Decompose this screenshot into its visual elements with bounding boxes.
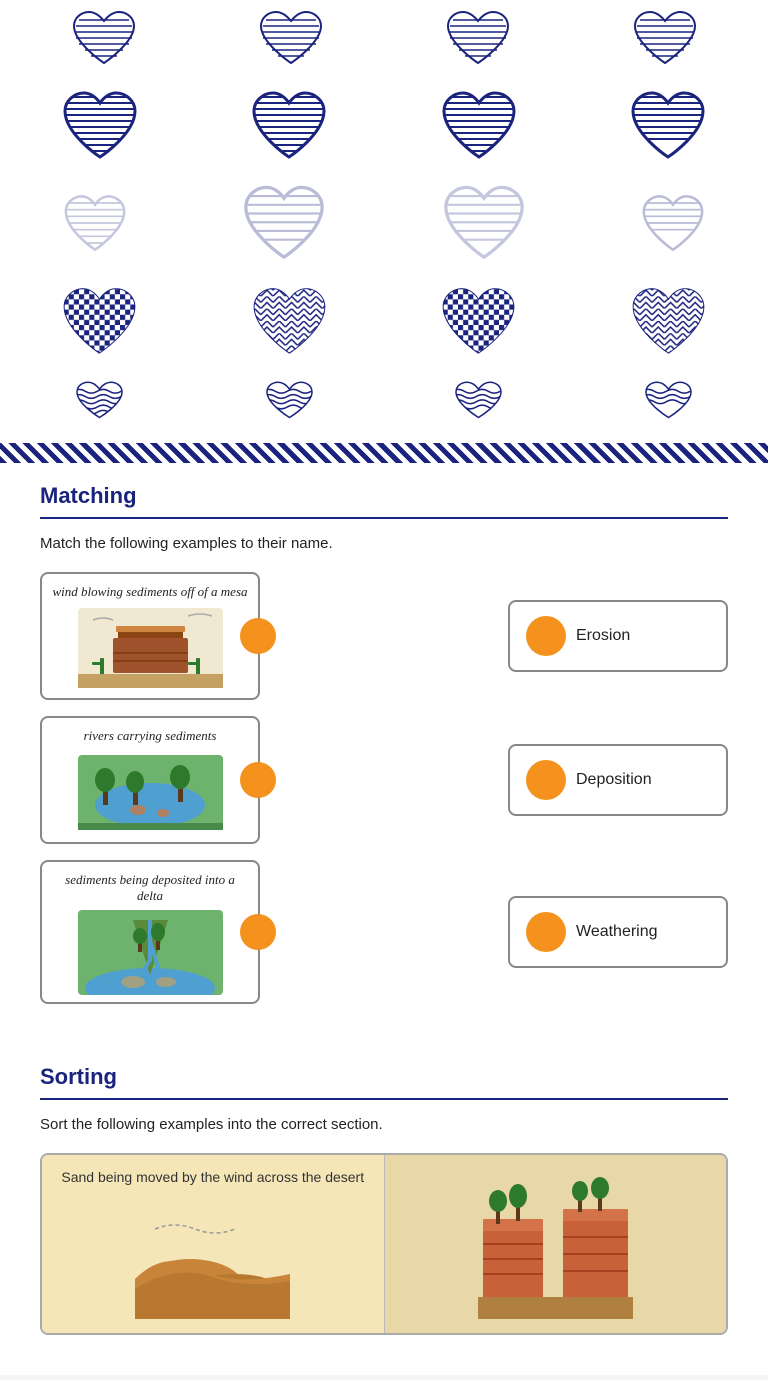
sort-card-sand-text: Sand being moved by the wind across the … xyxy=(61,1169,364,1185)
rivers-image xyxy=(52,752,248,832)
wind-mesa-image xyxy=(52,608,248,688)
connect-dot-delta[interactable] xyxy=(240,914,276,950)
heart-icon xyxy=(247,284,332,364)
matching-row-1: wind blowing sediments off of a mesa xyxy=(40,572,728,700)
right-card-erosion[interactable]: Erosion xyxy=(508,600,728,672)
heart-icon xyxy=(628,89,708,167)
matching-title: Matching xyxy=(40,483,728,509)
heart-icon xyxy=(60,89,140,167)
sorting-cards-container: Sand being moved by the wind across the … xyxy=(40,1153,728,1335)
right-card-weathering[interactable]: Weathering xyxy=(508,896,728,968)
heart-icon xyxy=(638,193,708,258)
deposition-label: Deposition xyxy=(576,771,652,789)
wind-mesa-text: wind blowing sediments off of a mesa xyxy=(52,584,248,600)
sorting-divider xyxy=(40,1098,728,1100)
heart-icon xyxy=(57,284,142,364)
right-card-deposition[interactable]: Deposition xyxy=(508,744,728,816)
heart-icon xyxy=(256,8,326,73)
header-decoration xyxy=(0,0,768,443)
matching-area: wind blowing sediments off of a mesa xyxy=(40,572,728,1004)
matching-section: Matching Match the following examples to… xyxy=(40,483,728,1004)
matching-row-3: sediments being deposited into a delta xyxy=(40,860,728,1004)
rivers-text: rivers carrying sediments xyxy=(52,728,248,744)
heart-icon xyxy=(436,284,521,364)
connect-dot-rivers[interactable] xyxy=(240,762,276,798)
connect-dot-erosion[interactable] xyxy=(526,616,566,656)
sort-card-sand[interactable]: Sand being moved by the wind across the … xyxy=(42,1155,385,1333)
matching-row-2: rivers carrying sediments xyxy=(40,716,728,844)
heart-icon xyxy=(451,380,506,425)
left-card-rivers[interactable]: rivers carrying sediments xyxy=(40,716,260,844)
connect-dot-wind[interactable] xyxy=(240,618,276,654)
heart-icon xyxy=(262,380,317,425)
section-divider xyxy=(40,517,728,519)
sorting-section: Sorting Sort the following examples into… xyxy=(40,1064,728,1335)
heart-icon xyxy=(239,183,329,268)
river-illustration xyxy=(78,755,223,830)
sand-dunes-illustration xyxy=(135,1199,290,1319)
heart-icon xyxy=(443,8,513,73)
heart-icon xyxy=(626,284,711,364)
connect-dot-deposition[interactable] xyxy=(526,760,566,800)
mesa-illustration xyxy=(78,608,223,688)
rock-layers-illustration xyxy=(478,1169,633,1319)
heart-icon xyxy=(72,380,127,425)
left-card-delta[interactable]: sediments being deposited into a delta xyxy=(40,860,260,1004)
heart-icon xyxy=(630,8,700,73)
erosion-label: Erosion xyxy=(576,627,630,645)
header-stripe-border xyxy=(0,443,768,463)
delta-illustration xyxy=(78,910,223,995)
heart-icon xyxy=(439,183,529,268)
delta-image xyxy=(52,912,248,992)
sorting-instruction: Sort the following examples into the cor… xyxy=(40,1116,728,1133)
heart-icon xyxy=(69,8,139,73)
heart-icon xyxy=(439,89,519,167)
main-content: Matching Match the following examples to… xyxy=(0,463,768,1375)
delta-text: sediments being deposited into a delta xyxy=(52,872,248,904)
left-card-wind-mesa[interactable]: wind blowing sediments off of a mesa xyxy=(40,572,260,700)
heart-icon xyxy=(641,380,696,425)
sorting-title: Sorting xyxy=(40,1064,728,1090)
connect-dot-weathering[interactable] xyxy=(526,912,566,952)
heart-icon xyxy=(249,89,329,167)
heart-icon xyxy=(60,193,130,258)
sort-card-rocks[interactable] xyxy=(385,1155,727,1333)
weathering-label: Weathering xyxy=(576,923,658,941)
matching-instruction: Match the following examples to their na… xyxy=(40,535,728,552)
